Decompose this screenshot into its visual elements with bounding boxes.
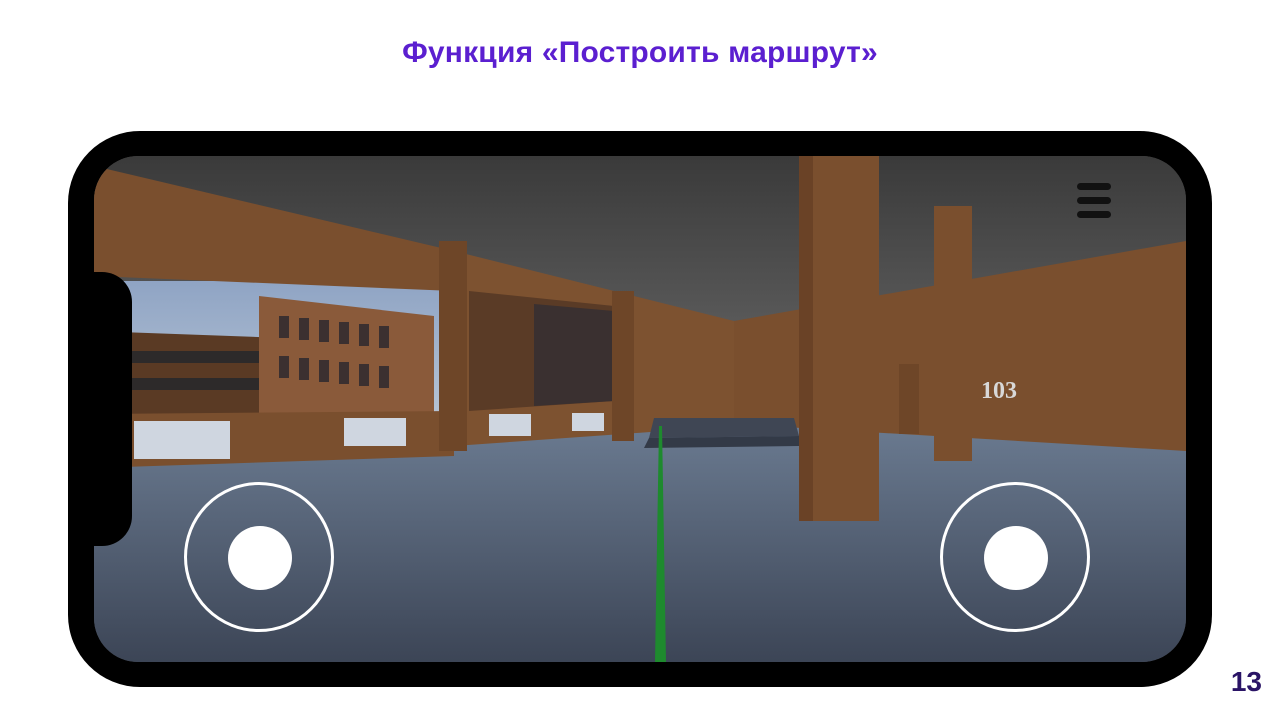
outside-window-row xyxy=(114,351,264,363)
column xyxy=(439,241,467,451)
slide: Функция «Построить маршрут» 103 13 xyxy=(0,0,1280,720)
hamburger-menu-icon[interactable] xyxy=(1074,180,1114,220)
slide-title: Функция «Построить маршрут» xyxy=(402,36,878,69)
room-number-label: 103 xyxy=(981,378,1017,404)
look-joystick-knob[interactable] xyxy=(984,526,1048,590)
look-joystick[interactable] xyxy=(940,482,1090,632)
column xyxy=(612,291,634,441)
menu-bar xyxy=(1077,197,1111,204)
back-wall-window xyxy=(534,304,614,406)
menu-bar xyxy=(1077,183,1111,190)
phone-notch xyxy=(68,272,132,546)
stairs-step xyxy=(644,436,799,448)
stairs xyxy=(649,418,799,438)
door xyxy=(899,364,919,434)
menu-bar xyxy=(1077,211,1111,218)
pillar xyxy=(934,206,972,461)
game-viewport[interactable]: 103 xyxy=(94,156,1186,662)
move-joystick-knob[interactable] xyxy=(228,526,292,590)
pillar-shade xyxy=(799,156,813,521)
page-number: 13 xyxy=(1230,666,1262,697)
outside-window-row xyxy=(114,378,264,390)
move-joystick[interactable] xyxy=(184,482,334,632)
